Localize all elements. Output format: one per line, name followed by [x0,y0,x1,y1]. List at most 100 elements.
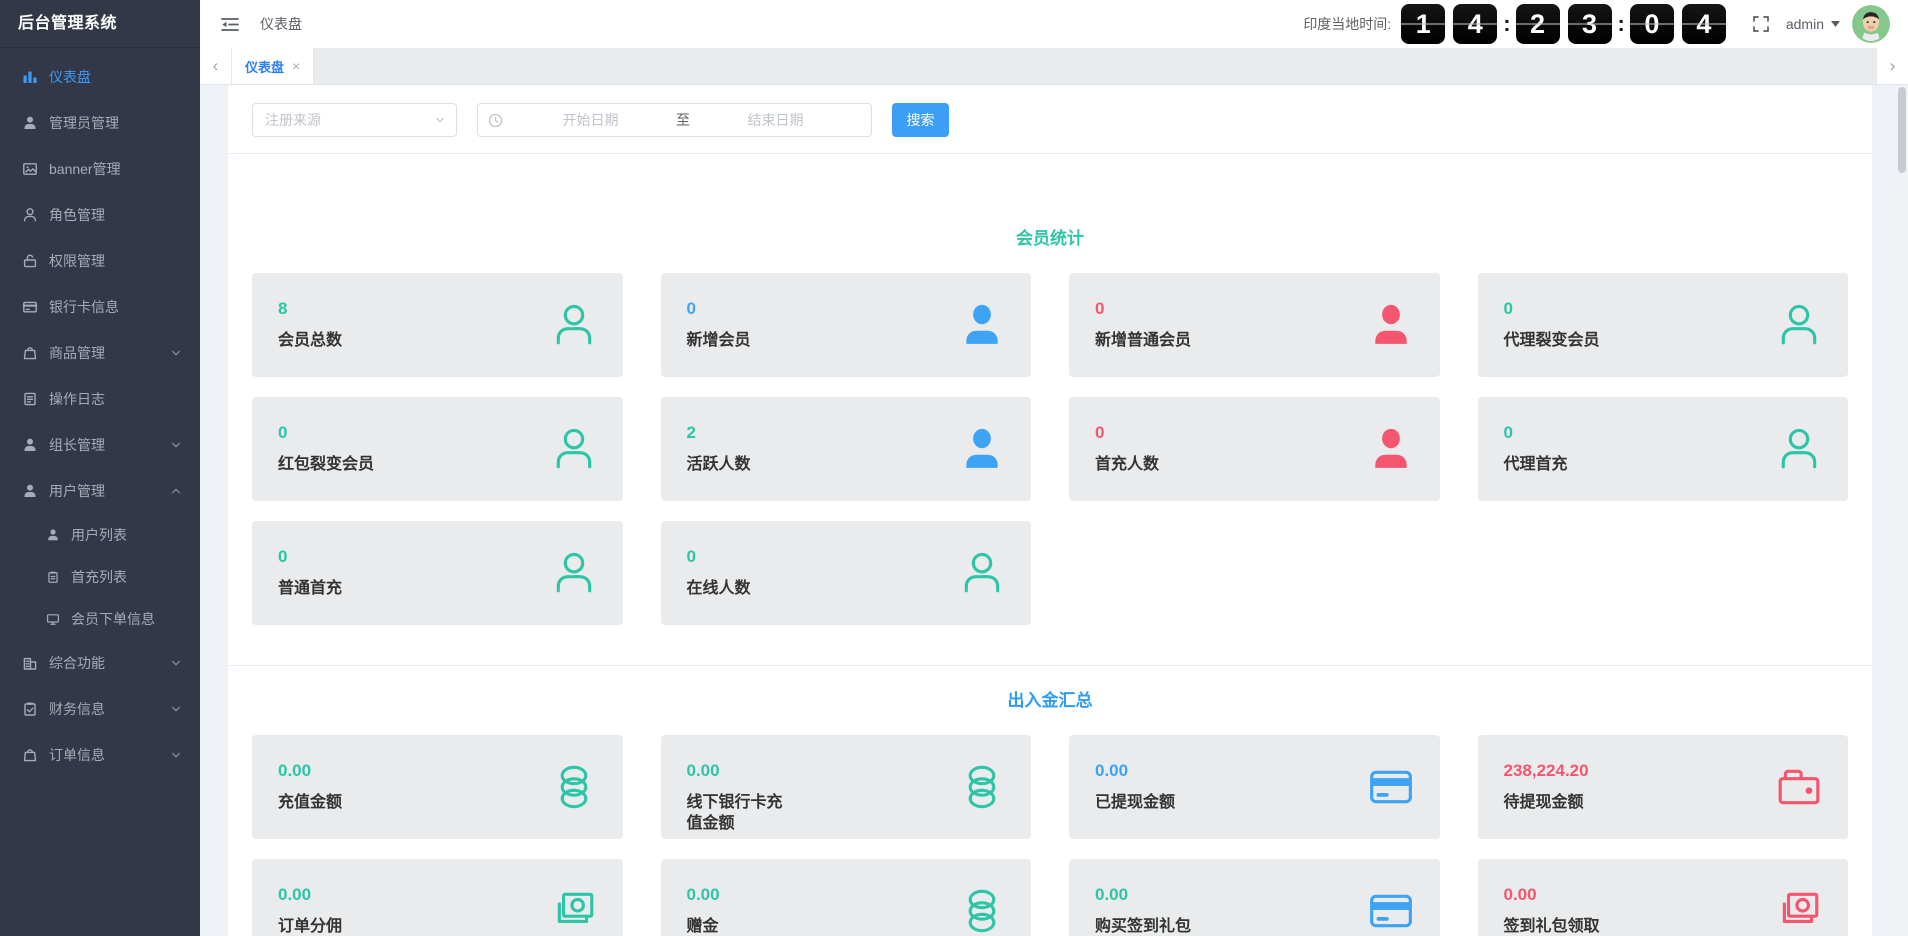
bill-icon [1776,888,1822,934]
stat-label: 购买签到礼包 [1095,916,1201,936]
sidebar-item-role-management[interactable]: 角色管理 [0,192,200,238]
fullscreen-icon[interactable] [1752,15,1770,33]
topbar: 仪表盘 印度当地时间: 1 4 : 2 3 : 0 4 [200,0,1908,48]
coins-icon [959,888,1005,934]
stat-card: 0.00签到礼包领取 [1478,859,1849,936]
stat-card: 0.00充值金额 [252,735,623,839]
wallet-icon [1776,764,1822,810]
stat-card: 0.00订单分佣 [252,859,623,936]
local-time-label: 印度当地时间: [1303,14,1391,34]
stat-label: 代理首充 [1504,454,1610,475]
user-outline-icon [551,550,597,596]
stat-value: 0.00 [1095,885,1414,905]
bar-chart-icon [22,69,38,85]
avatar[interactable] [1852,5,1890,43]
stat-value: 0.00 [1095,761,1414,781]
stat-value: 0.00 [278,885,597,905]
date-range-picker[interactable]: 至 [477,103,872,137]
tabbar: ‹ 仪表盘 × › [200,48,1908,85]
stat-card: 0在线人数 [661,521,1032,625]
clock-digit: 4 [1682,4,1726,44]
stat-value: 0 [1095,423,1414,443]
coins-icon [959,764,1005,810]
sidebar-item-admin-management[interactable]: 管理员管理 [0,100,200,146]
chevron-down-icon [170,657,182,669]
stat-value: 0.00 [1504,885,1823,905]
sidebar-item-dashboard[interactable]: 仪表盘 [0,54,200,100]
sidebar-item-banner-management[interactable]: banner管理 [0,146,200,192]
stat-card: 0新增会员 [661,273,1032,377]
tabs-scroll-right-icon[interactable]: › [1876,48,1908,84]
stat-label: 已提现金额 [1095,792,1201,813]
sidebar-item-user-list[interactable]: 用户列表 [0,514,200,556]
divider [228,665,1872,666]
date-range-separator: 至 [676,110,690,130]
stat-value: 0 [687,547,1006,567]
breadcrumb: 仪表盘 [260,14,302,34]
collapse-sidebar-icon[interactable] [220,16,240,33]
section-title-member-stats: 会员统计 [252,224,1848,249]
tab-close-icon[interactable]: × [292,59,300,73]
sidebar-item-order-info[interactable]: 订单信息 [0,732,200,778]
sidebar: 后台管理系统 仪表盘管理员管理banner管理角色管理权限管理银行卡信息商品管理… [0,0,200,936]
sidebar-item-finance-info[interactable]: 财务信息 [0,686,200,732]
clock-colon: : [1618,11,1625,37]
sidebar-item-label: 首充列表 [71,567,127,587]
sidebar-item-product-management[interactable]: 商品管理 [0,330,200,376]
caret-down-icon [1831,21,1840,27]
end-date-input[interactable] [690,112,861,128]
shopping-bag-icon [22,345,38,361]
stat-card: 0代理首充 [1478,397,1849,501]
monitor-icon [46,612,60,626]
scrollbar-thumb[interactable] [1898,87,1906,173]
sidebar-item-label: 会员下单信息 [71,609,155,629]
stat-label: 普通首充 [278,578,384,599]
sidebar-item-operation-log[interactable]: 操作日志 [0,376,200,422]
chevron-up-icon [170,485,182,497]
username: admin [1786,16,1824,32]
stat-card: 0首充人数 [1069,397,1440,501]
stat-label: 线下银行卡充值金额 [687,792,793,834]
search-button[interactable]: 搜索 [892,103,949,137]
sidebar-item-label: 管理员管理 [49,113,119,133]
sidebar-item-general-functions[interactable]: 综合功能 [0,640,200,686]
user-outline-icon [22,207,38,223]
stat-label: 新增普通会员 [1095,330,1201,351]
sidebar-item-label: 商品管理 [49,343,105,363]
shopping-bag-icon [22,747,38,763]
sidebar-item-first-charge-list[interactable]: 首充列表 [0,556,200,598]
sidebar-item-user-management[interactable]: 用户管理 [0,468,200,514]
sidebar-item-permission-management[interactable]: 权限管理 [0,238,200,284]
building-icon [22,655,38,671]
app-root: 后台管理系统 仪表盘管理员管理banner管理角色管理权限管理银行卡信息商品管理… [0,0,1908,936]
register-source-select[interactable] [252,103,457,137]
document-icon [22,391,38,407]
user-outline-icon [1776,302,1822,348]
stat-value: 0 [1504,299,1823,319]
stat-value: 8 [278,299,597,319]
tabs-scroll-left-icon[interactable]: ‹ [200,48,232,84]
sidebar-item-group-leader-management[interactable]: 组长管理 [0,422,200,468]
sidebar-item-label: 银行卡信息 [49,297,119,317]
tab-label: 仪表盘 [245,57,284,76]
sidebar-item-label: 订单信息 [49,745,105,765]
sidebar-item-bank-card-info[interactable]: 银行卡信息 [0,284,200,330]
member-stats-grid: 8会员总数0新增会员0新增普通会员0代理裂变会员0红包裂变会员2活跃人数0首充人… [252,273,1848,625]
user-outline-icon [959,550,1005,596]
sidebar-item-label: 角色管理 [49,205,105,225]
tab-dashboard[interactable]: 仪表盘 × [232,48,314,84]
sidebar-item-member-order-info[interactable]: 会员下单信息 [0,598,200,640]
user-filled-icon [22,483,38,499]
start-date-input[interactable] [505,112,676,128]
stat-value: 0 [278,423,597,443]
dashboard-panel: 至 搜索 会员统计 8会员总数0新增会员0新增普通会员0代理裂变会员0红包裂变会… [228,85,1872,936]
chevron-down-icon [170,347,182,359]
stat-card: 8会员总数 [252,273,623,377]
register-source-input[interactable] [265,112,434,128]
chevron-down-icon [170,703,182,715]
stat-card: 2活跃人数 [661,397,1032,501]
stat-value: 0.00 [278,761,597,781]
stat-card: 0代理裂变会员 [1478,273,1849,377]
user-filled-icon [22,437,38,453]
user-dropdown[interactable]: admin [1786,16,1840,32]
